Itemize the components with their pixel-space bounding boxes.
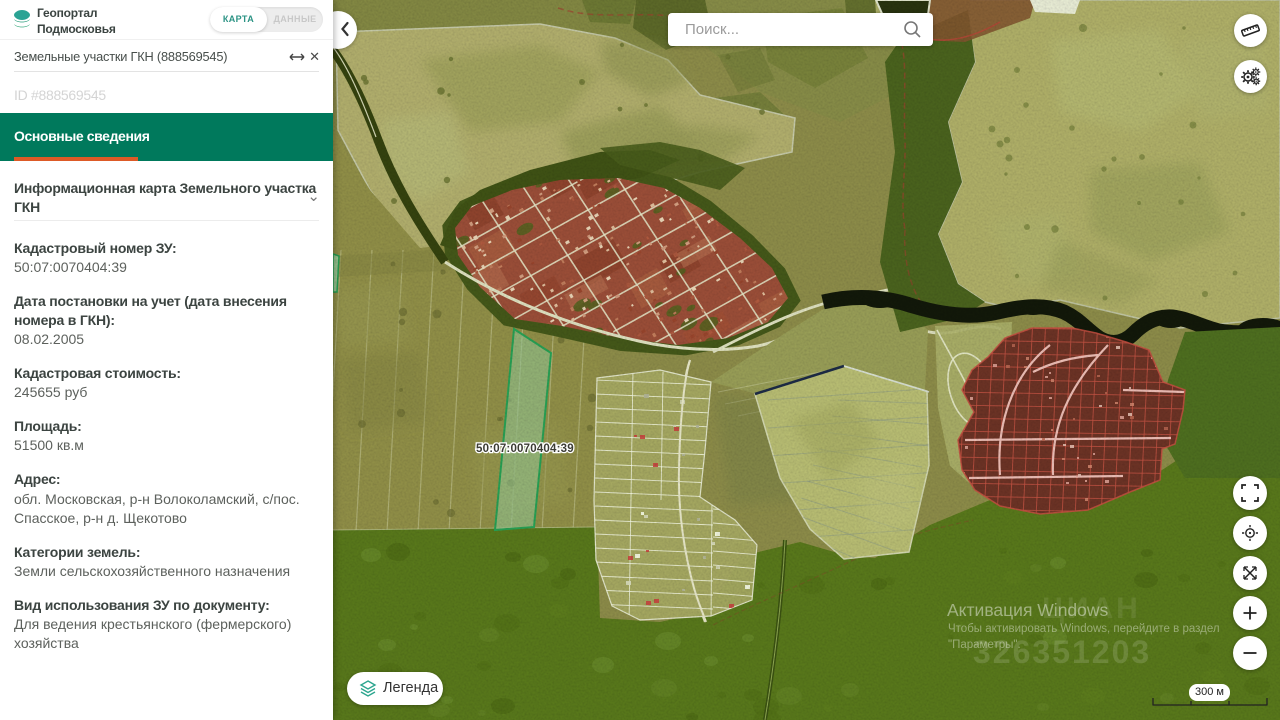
- svg-text:50:07:0070404:39: 50:07:0070404:39: [476, 443, 574, 455]
